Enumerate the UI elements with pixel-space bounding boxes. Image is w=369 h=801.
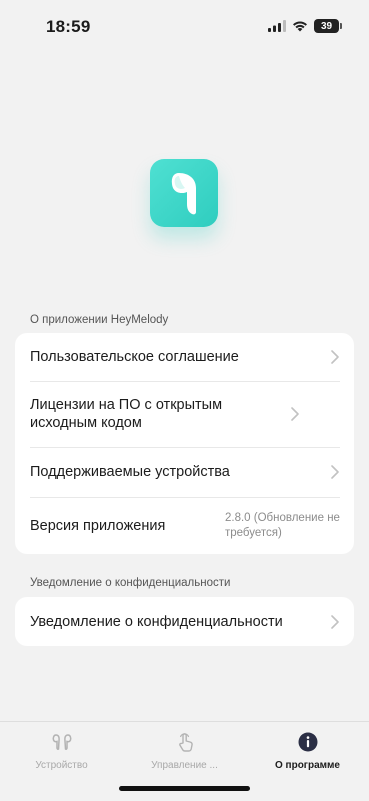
chevron-right-icon bbox=[331, 350, 339, 364]
row-label: Поддерживаемые устройства bbox=[30, 464, 230, 480]
home-indicator[interactable] bbox=[119, 786, 250, 791]
row-supported-devices[interactable]: Поддерживаемые устройства bbox=[15, 447, 354, 497]
row-privacy-notice[interactable]: Уведомление о конфиденциальности bbox=[15, 597, 354, 646]
row-app-version: Версия приложения 2.8.0 (Обновление не т… bbox=[15, 497, 354, 554]
row-label: Уведомление о конфиденциальности bbox=[30, 613, 283, 630]
privacy-card: Уведомление о конфиденциальности bbox=[15, 597, 354, 646]
status-icons: 39 bbox=[268, 19, 342, 33]
tab-about[interactable]: О программе bbox=[246, 722, 369, 801]
version-label: Версия приложения bbox=[30, 517, 166, 534]
heymelody-logo-icon bbox=[171, 173, 196, 215]
row-label: Пользовательское соглашение bbox=[30, 349, 239, 365]
cellular-signal-icon bbox=[268, 20, 286, 32]
row-label: Лицензии на ПО с открытым исходным кодом bbox=[30, 397, 223, 431]
wifi-icon bbox=[293, 21, 307, 32]
status-bar: 18:59 39 bbox=[0, 0, 369, 54]
battery-icon: 39 bbox=[314, 19, 342, 33]
battery-level: 39 bbox=[320, 20, 333, 32]
tab-device[interactable]: Устройство bbox=[0, 722, 123, 801]
info-icon bbox=[297, 731, 319, 753]
touch-gesture-icon bbox=[174, 731, 196, 753]
about-section-title: О приложении HeyMelody bbox=[30, 314, 169, 326]
app-logo bbox=[150, 159, 218, 227]
earbuds-icon bbox=[51, 731, 73, 753]
privacy-section-title: Уведомление о конфиденциальности bbox=[30, 577, 231, 589]
tab-label: Устройство bbox=[35, 760, 88, 771]
version-value: 2.8.0 (Обновление не требуется) bbox=[225, 511, 340, 539]
status-time: 18:59 bbox=[46, 17, 91, 36]
about-card: Пользовательское соглашение Лицензии на … bbox=[15, 333, 354, 554]
tab-label: О программе bbox=[274, 760, 340, 771]
chevron-right-icon bbox=[331, 465, 339, 479]
row-open-source-licenses[interactable]: Лицензии на ПО с открытым исходным кодом bbox=[15, 381, 354, 447]
chevron-right-icon bbox=[291, 407, 299, 421]
chevron-right-icon bbox=[331, 614, 339, 629]
tab-label: Управление ... bbox=[151, 760, 218, 771]
row-user-agreement[interactable]: Пользовательское соглашение bbox=[15, 333, 354, 381]
